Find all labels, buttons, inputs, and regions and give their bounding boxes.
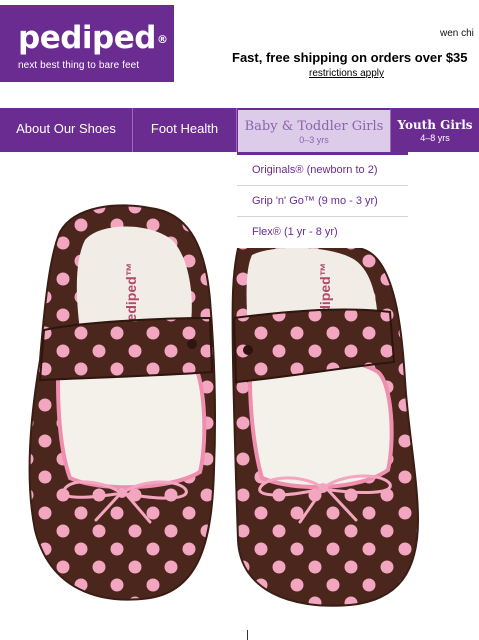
- dropdown-item-flex[interactable]: Flex® (1 yr - 8 yr): [237, 217, 408, 248]
- nav-label: Baby & Toddler Girls: [244, 119, 384, 134]
- shipping-banner: Fast, free shipping on orders over $35: [232, 50, 468, 65]
- mouse-cursor: [247, 630, 248, 640]
- logo-wordmark: pediped®: [18, 22, 174, 54]
- logo-name: pediped: [18, 20, 156, 56]
- pediped-logo[interactable]: pediped® next best thing to bare feet: [0, 5, 174, 82]
- logo-tagline: next best thing to bare feet: [18, 60, 140, 71]
- nav-foot-health[interactable]: Foot Health: [133, 108, 237, 152]
- nav-label: Foot Health: [150, 121, 219, 136]
- nav-about-our-shoes[interactable]: About Our Shoes: [0, 108, 133, 152]
- nav-age-range: 0–3 yrs: [299, 135, 329, 145]
- left-shoe-strap: [38, 316, 214, 382]
- user-name[interactable]: wen chi: [440, 28, 474, 39]
- nav-age-range: 4–8 yrs: [420, 133, 450, 143]
- nav-label: Youth Girls: [397, 118, 473, 132]
- main-nav: About Our Shoes Foot Health Baby & Toddl…: [0, 108, 479, 152]
- logo-registered-mark: ®: [156, 33, 168, 46]
- nav-dropdown-menu: Originals® (newborn to 2) Grip 'n' Go™ (…: [237, 152, 408, 248]
- dropdown-item-originals[interactable]: Originals® (newborn to 2): [237, 155, 408, 186]
- product-photo-polka-dot-shoes: pediped™ pediped™: [28, 204, 420, 607]
- nav-youth-girls[interactable]: Youth Girls 4–8 yrs: [391, 108, 479, 152]
- nav-baby-toddler-girls[interactable]: Baby & Toddler Girls 0–3 yrs: [237, 108, 391, 152]
- dropdown-item-grip-n-go[interactable]: Grip 'n' Go™ (9 mo - 3 yr): [237, 186, 408, 217]
- restrictions-link[interactable]: restrictions apply: [309, 68, 384, 79]
- nav-label: About Our Shoes: [16, 121, 116, 136]
